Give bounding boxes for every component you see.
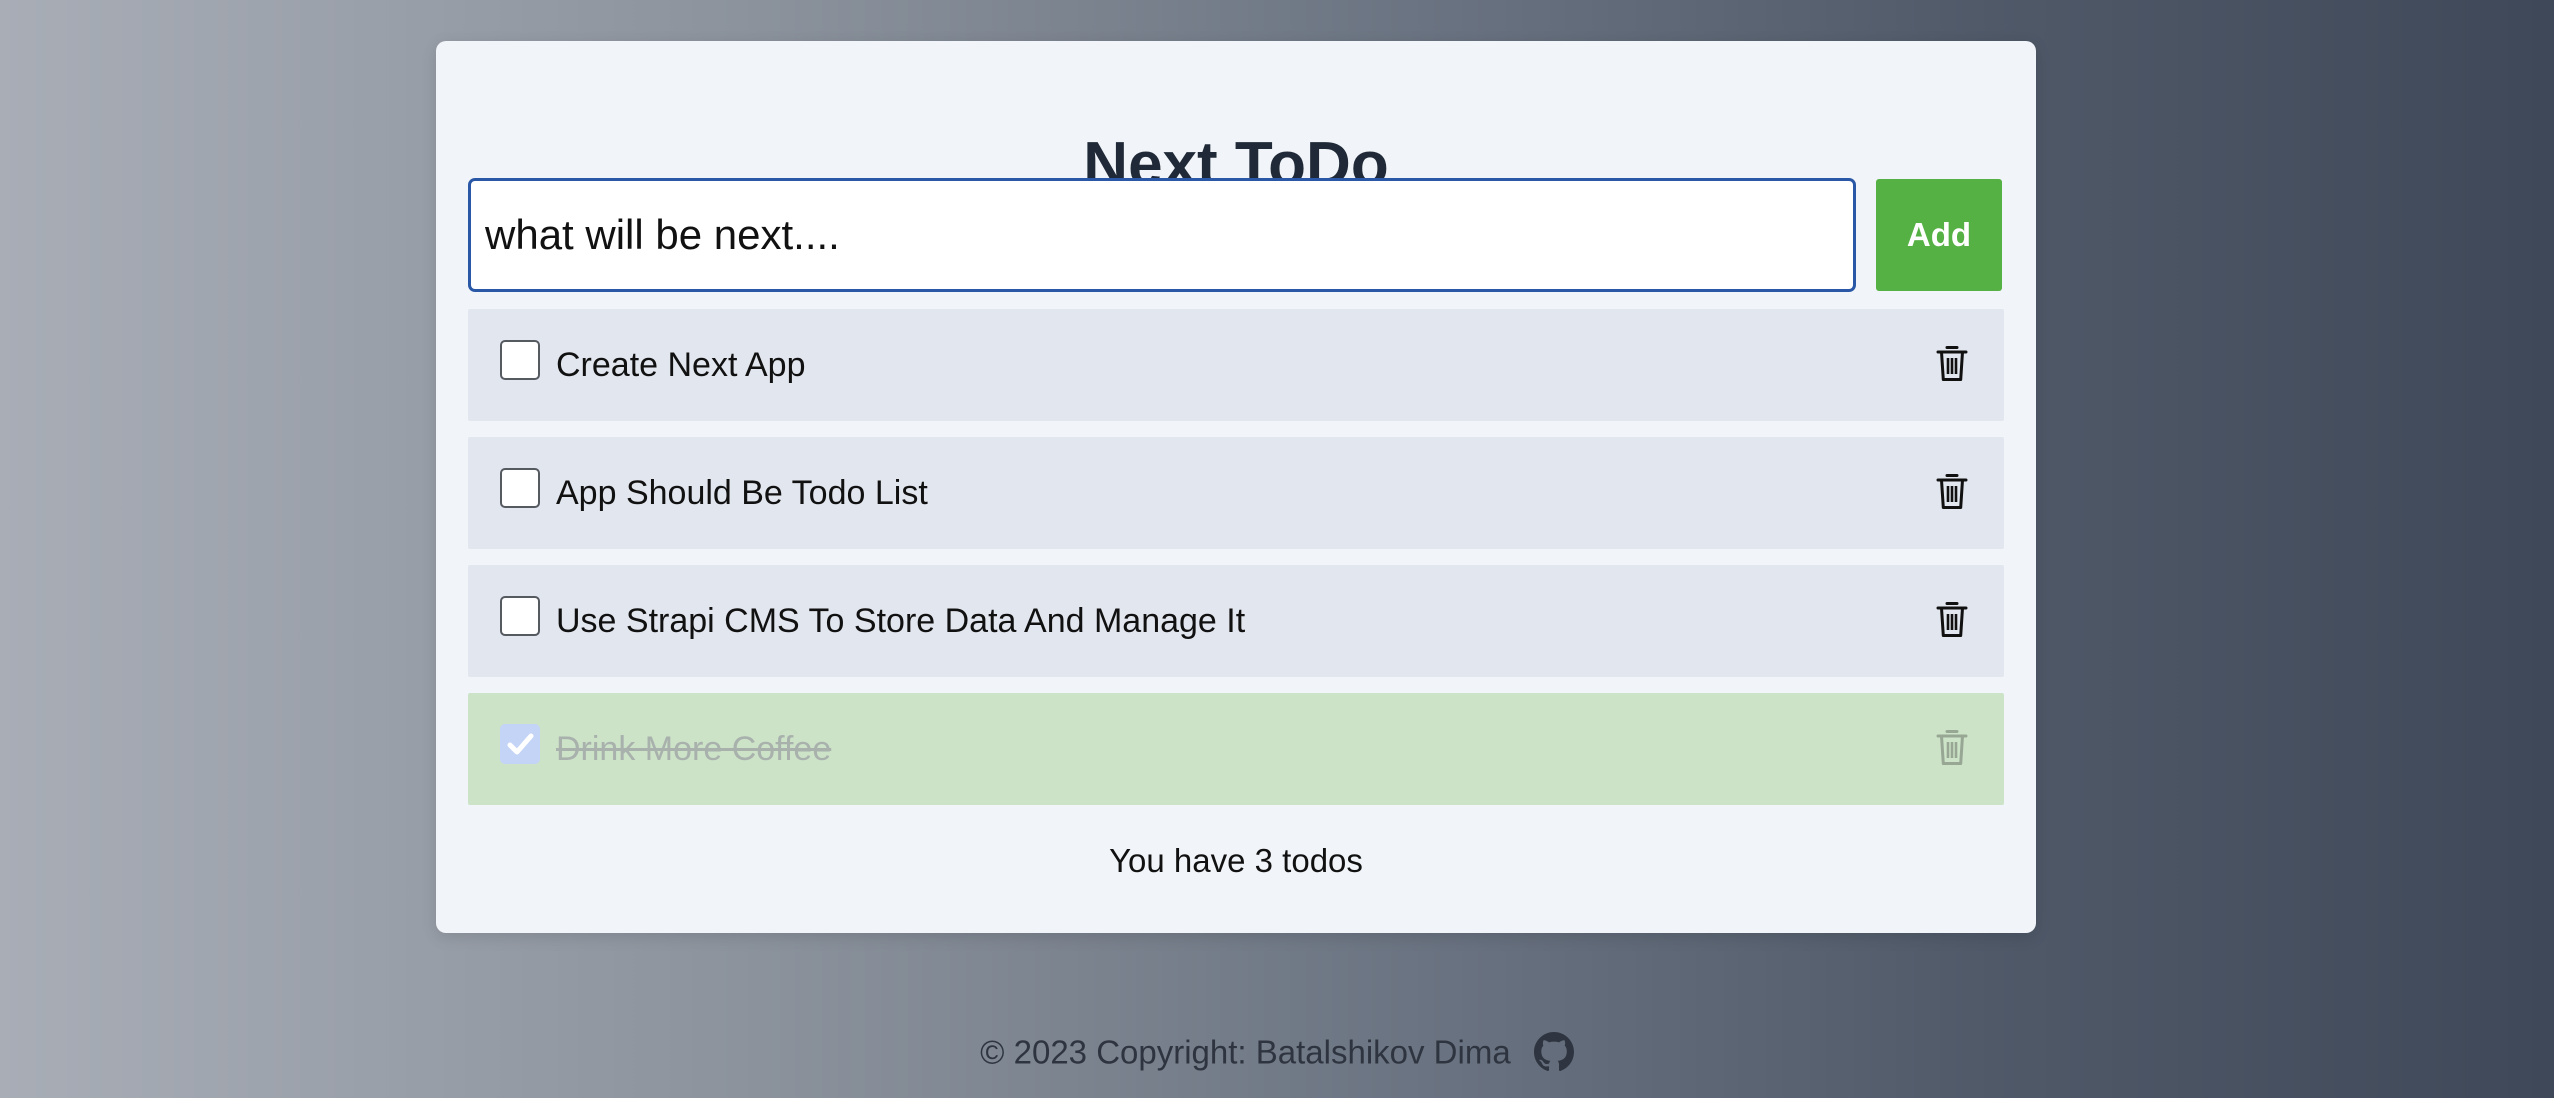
todo-item: Use Strapi CMS To Store Data And Manage … (468, 565, 2004, 677)
todo-checkbox-checked[interactable] (500, 724, 540, 764)
github-icon[interactable] (1533, 1032, 1574, 1072)
todo-text: App Should Be Todo List (556, 474, 928, 512)
new-todo-input[interactable] (468, 178, 1856, 292)
trash-icon[interactable] (1936, 346, 1968, 382)
trash-icon[interactable] (1936, 730, 1968, 766)
copyright-text: © 2023 Copyright: Batalshikov Dima (980, 1033, 1511, 1071)
todo-text: Drink More Coffee (556, 730, 832, 768)
todo-item: App Should Be Todo List (468, 437, 2004, 549)
footer: © 2023 Copyright: Batalshikov Dima (0, 1022, 2554, 1078)
todo-item-completed: Drink More Coffee (468, 693, 2004, 805)
todo-checkbox[interactable] (500, 340, 540, 380)
todo-list: Create Next App App Should Be Todo List … (468, 309, 2004, 821)
todo-text: Create Next App (556, 346, 806, 384)
todo-text: Use Strapi CMS To Store Data And Manage … (556, 602, 1246, 640)
trash-icon[interactable] (1936, 602, 1968, 638)
todo-checkbox[interactable] (500, 468, 540, 508)
todo-item: Create Next App (468, 309, 2004, 421)
trash-icon[interactable] (1936, 474, 1968, 510)
todo-checkbox[interactable] (500, 596, 540, 636)
check-icon (507, 733, 534, 755)
todo-card: Next ToDo Add Create Next App App Should… (436, 41, 2036, 933)
add-button[interactable]: Add (1876, 179, 2002, 291)
todo-count: You have 3 todos (1109, 842, 1363, 879)
